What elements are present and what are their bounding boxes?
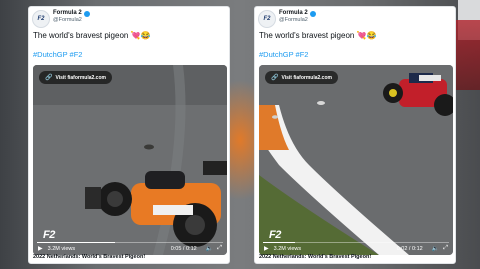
tweet-text: The world's bravest pigeon 💘😂 <box>259 31 377 40</box>
view-count: 3.2M views <box>273 245 302 252</box>
tweet-emoji: 💘😂 <box>356 31 377 40</box>
tweet-card-right[interactable]: F2 Formula 2 @Formula2 The world's brave… <box>254 6 456 264</box>
play-icon[interactable]: ▶ <box>264 245 269 252</box>
video-frame <box>259 65 453 255</box>
account-name[interactable]: Formula 2 <box>279 10 308 17</box>
video-caption: 2022 Netherlands: World's Bravest Pigeon… <box>33 254 146 260</box>
video-player[interactable]: 🔗 Visit fiaformula2.com F2 ▶ 3.2M views … <box>33 65 227 255</box>
video-frame <box>33 65 227 255</box>
hashtags[interactable]: #DutchGP #F2 <box>33 50 82 59</box>
visit-website-link[interactable]: 🔗 Visit fiaformula2.com <box>39 71 112 84</box>
verified-badge-icon <box>83 10 90 17</box>
account-name[interactable]: Formula 2 <box>53 10 82 17</box>
avatar[interactable]: F2 <box>32 10 50 28</box>
account-handle[interactable]: @Formula2 <box>53 17 90 24</box>
f2-video-logo: F2 <box>43 229 55 241</box>
visit-website-link[interactable]: 🔗 Visit fiaformula2.com <box>265 71 338 84</box>
video-player[interactable]: 🔗 Visit fiaformula2.com F2 ▶ 3.2M views … <box>259 65 453 255</box>
link-icon: 🔗 <box>271 75 279 81</box>
f2-video-logo: F2 <box>269 229 281 241</box>
volume-icon[interactable]: 🔈 <box>206 245 213 252</box>
fullscreen-icon[interactable]: ⤢ <box>443 245 448 252</box>
video-time: 0:05 / 0:12 <box>170 245 197 252</box>
play-icon[interactable]: ▶ <box>38 245 43 252</box>
link-icon: 🔗 <box>45 75 53 81</box>
visit-label: Visit fiaformula2.com <box>55 74 106 81</box>
view-count: 3.2M views <box>47 245 76 252</box>
video-time: 0:02 / 0:12 <box>396 245 423 252</box>
hashtags[interactable]: #DutchGP #F2 <box>259 50 308 59</box>
fullscreen-icon[interactable]: ⤢ <box>217 245 222 252</box>
visit-label: Visit fiaformula2.com <box>281 74 332 81</box>
avatar[interactable]: F2 <box>258 10 276 28</box>
tweet-text: The world's bravest pigeon 💘😂 <box>33 31 151 40</box>
verified-badge-icon <box>309 10 316 17</box>
tweet-text-body: The world's bravest pigeon <box>33 31 129 40</box>
tweet-text-body: The world's bravest pigeon <box>259 31 355 40</box>
background-red-car-blur <box>452 20 480 90</box>
tweet-emoji: 💘😂 <box>130 31 151 40</box>
account-handle[interactable]: @Formula2 <box>279 17 316 24</box>
tweet-header: F2 Formula 2 @Formula2 <box>258 10 316 28</box>
tweet-card-left[interactable]: F2 Formula 2 @Formula2 The world's brave… <box>28 6 230 264</box>
tweet-header: F2 Formula 2 @Formula2 <box>32 10 90 28</box>
video-caption: 2022 Netherlands: World's Bravest Pigeon… <box>259 254 372 260</box>
volume-icon[interactable]: 🔈 <box>432 245 439 252</box>
